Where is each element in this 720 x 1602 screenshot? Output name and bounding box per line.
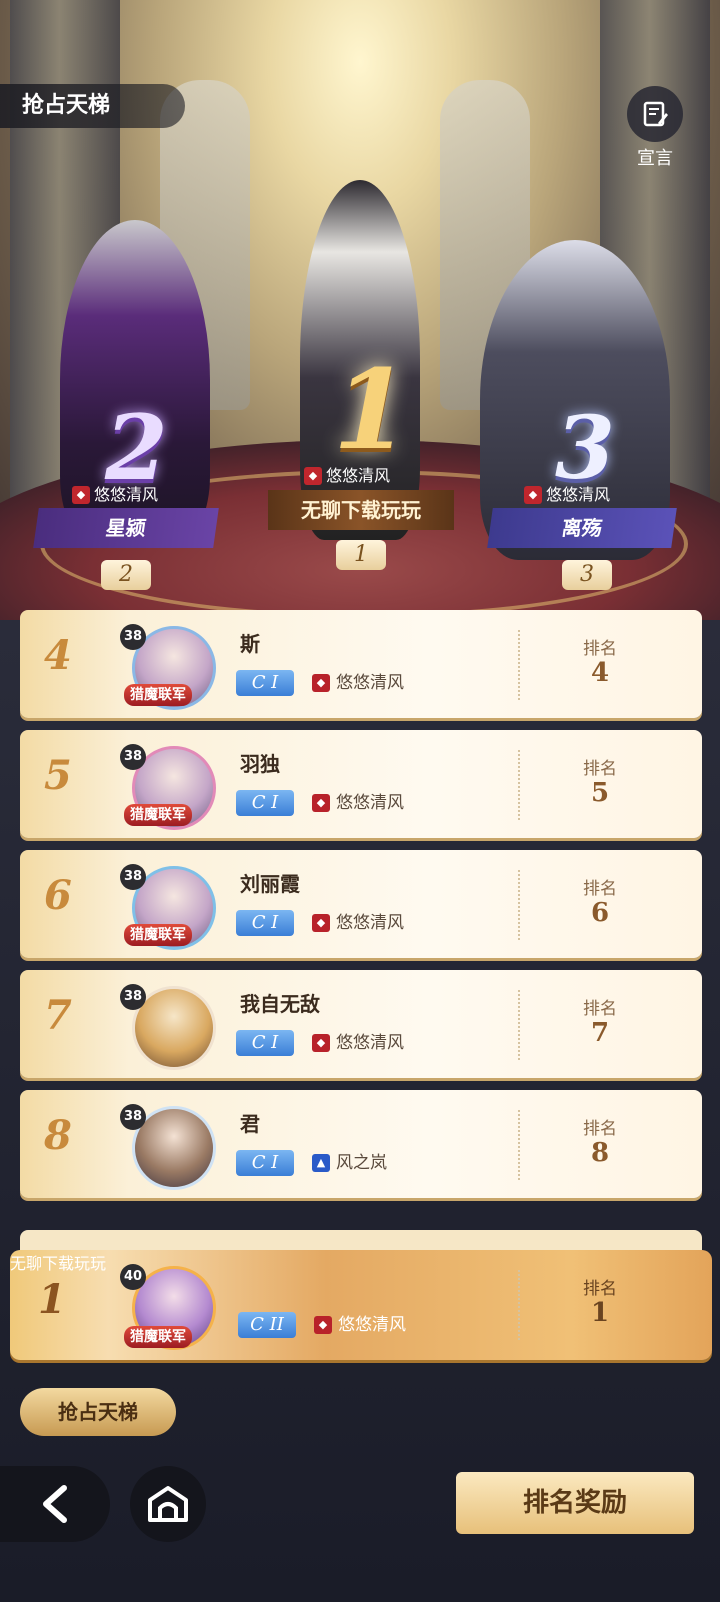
- level-badge: 38: [120, 624, 146, 650]
- home-icon: [148, 1486, 188, 1522]
- guild-emblem-icon: ◆: [314, 1316, 332, 1334]
- podium-guild-1: ◆ 悠悠清风: [302, 464, 396, 488]
- player-name: 我自无敌: [240, 992, 320, 1016]
- podium-name-1[interactable]: 无聊下载玩玩: [268, 490, 454, 530]
- row-separator: [518, 1270, 520, 1340]
- player-name: 羽独: [240, 752, 280, 776]
- legion-badge: 猎魔联军: [124, 1326, 192, 1348]
- declare-button[interactable]: 宣言: [625, 86, 685, 169]
- podium-name-2[interactable]: 星颍: [33, 508, 219, 548]
- guild-tag: ◆ 悠悠清风: [314, 1312, 406, 1338]
- rank-label: 排名: [583, 639, 617, 659]
- list-item[interactable]: 8 38 君 C I ▲ 风之岚 排名 8: [20, 1090, 702, 1198]
- level-badge: 38: [120, 1104, 146, 1130]
- guild-name: 悠悠清风: [336, 793, 404, 813]
- guild-tag: ◆ 悠悠清风: [312, 1030, 404, 1056]
- row-rank: 5: [44, 752, 72, 799]
- rank-value: 7: [590, 1018, 610, 1048]
- pedestal-1: 1: [336, 540, 386, 570]
- note-pen-icon: [627, 86, 683, 142]
- seize-ladder-button[interactable]: 抢占天梯: [20, 1388, 176, 1436]
- row-rank: 4: [44, 632, 72, 679]
- rank-label: 排名: [583, 1119, 617, 1139]
- podium-guild-2-label: 悠悠清风: [94, 485, 159, 504]
- row-separator: [518, 990, 520, 1060]
- row-separator: [518, 870, 520, 940]
- player-name: 君: [240, 1112, 260, 1136]
- player-name: 无聊下载玩玩: [10, 1254, 107, 1273]
- guild-name: 悠悠清风: [336, 673, 404, 693]
- rank-label: 排名: [583, 999, 617, 1019]
- tier-badge: C I: [236, 910, 294, 936]
- guild-name: 悠悠清风: [336, 1033, 404, 1053]
- guild-tag: ◆ 悠悠清风: [312, 910, 404, 936]
- home-button[interactable]: [130, 1466, 206, 1542]
- tier-badge: C II: [238, 1312, 296, 1338]
- rank-label: 排名: [583, 1279, 617, 1299]
- guild-name: 风之岚: [336, 1153, 387, 1173]
- list-item[interactable]: 6 38 猎魔联军 刘丽霞 C I ◆ 悠悠清风 排名 6: [20, 850, 702, 958]
- rank-value: 8: [590, 1138, 610, 1168]
- podium-stage: 2 1 3 ◆ 悠悠清风 ◆ 悠悠清风 ◆ 悠悠清风 星颍 无聊下载玩玩 离殇 …: [0, 0, 720, 620]
- podium-guild-3: ◆ 悠悠清风: [522, 483, 616, 507]
- guild-name: 悠悠清风: [336, 913, 404, 933]
- row-separator: [518, 750, 520, 820]
- guild-emblem-icon: ◆: [524, 486, 542, 504]
- rank-value: 5: [590, 778, 610, 808]
- guild-name: 悠悠清风: [338, 1315, 406, 1335]
- level-badge: 38: [120, 984, 146, 1010]
- guild-tag: ◆ 悠悠清风: [312, 790, 404, 816]
- row-rank: 7: [44, 992, 72, 1039]
- guild-emblem-icon: ◆: [312, 914, 330, 932]
- guild-emblem-icon: ◆: [312, 674, 330, 692]
- podium-name-3[interactable]: 离殇: [487, 508, 677, 548]
- podium-guild-1-label: 悠悠清风: [326, 466, 391, 485]
- player-name: 斯: [240, 632, 260, 656]
- pedestal-2: 2: [101, 560, 151, 590]
- list-item[interactable]: 5 38 猎魔联军 羽独 C I ◆ 悠悠清风 排名 5: [20, 730, 702, 838]
- row-separator: [518, 630, 520, 700]
- tier-badge: C I: [236, 1030, 294, 1056]
- rank-label: 排名: [583, 879, 617, 899]
- rank-value: 6: [590, 898, 610, 928]
- row-separator: [518, 1110, 520, 1180]
- podium-guild-2: ◆ 悠悠清风: [70, 483, 164, 507]
- row-rank: 1: [38, 1276, 66, 1323]
- level-badge: 40: [120, 1264, 146, 1290]
- guild-tag: ▲ 风之岚: [312, 1150, 387, 1176]
- guild-tag: ◆ 悠悠清风: [312, 670, 404, 696]
- guild-emblem-icon: ◆: [312, 1034, 330, 1052]
- rank-value: 4: [590, 658, 610, 688]
- legion-badge: 猎魔联军: [124, 924, 192, 946]
- back-button[interactable]: [0, 1466, 110, 1542]
- declare-label: 宣言: [637, 148, 673, 169]
- guild-emblem-icon: ◆: [72, 486, 90, 504]
- guild-emblem-icon: ◆: [312, 794, 330, 812]
- podium-rank-1: 1: [333, 345, 410, 474]
- tier-badge: C I: [236, 670, 294, 696]
- list-item[interactable]: 4 38 猎魔联军 斯 C I ◆ 悠悠清风 排名 4: [20, 610, 702, 718]
- pedestal-3: 3: [562, 560, 612, 590]
- back-arrow-icon: [43, 1485, 67, 1523]
- level-badge: 38: [120, 744, 146, 770]
- legion-badge: 猎魔联军: [124, 684, 192, 706]
- legion-badge: 猎魔联军: [124, 804, 192, 826]
- page-title: 抢占天梯: [0, 84, 185, 128]
- level-badge: 38: [120, 864, 146, 890]
- guild-emblem-icon: ◆: [304, 467, 322, 485]
- tier-badge: C I: [236, 1150, 294, 1176]
- list-item[interactable]: 7 38 我自无敌 C I ◆ 悠悠清风 排名 7: [20, 970, 702, 1078]
- tier-badge: C I: [236, 790, 294, 816]
- player-name: 刘丽霞: [240, 872, 300, 896]
- rank-reward-button[interactable]: 排名奖励: [456, 1472, 694, 1534]
- rank-value: 1: [590, 1298, 610, 1328]
- self-rank-row[interactable]: 1 40 猎魔联军 无聊下载玩玩 C II ◆ 悠悠清风 排名 1: [10, 1250, 712, 1360]
- flame-emblem-icon: ▲: [312, 1154, 330, 1172]
- rank-label: 排名: [583, 759, 617, 779]
- row-rank: 8: [44, 1112, 72, 1159]
- row-rank: 6: [44, 872, 72, 919]
- podium-guild-3-label: 悠悠清风: [546, 485, 611, 504]
